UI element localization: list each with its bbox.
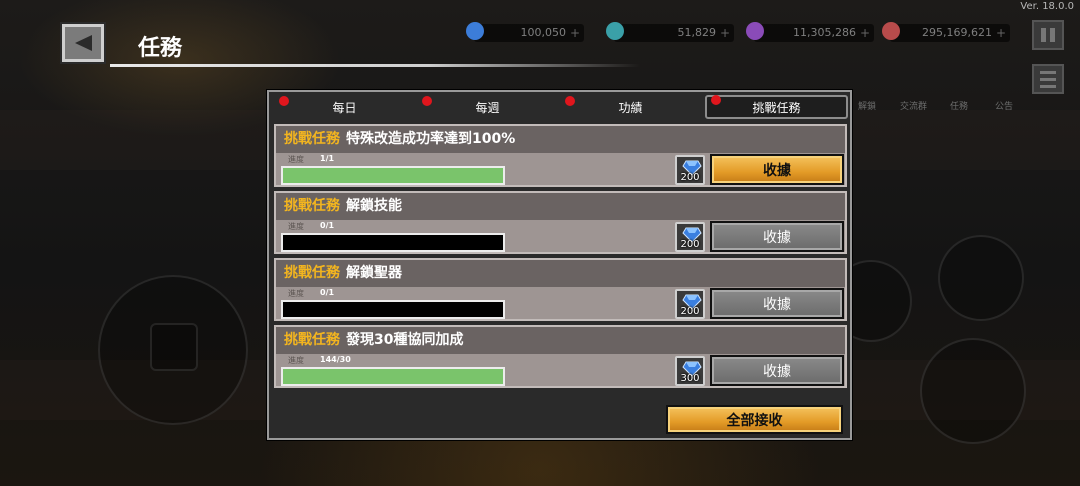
claim-button[interactable]: 收據 <box>710 154 844 185</box>
mission-tag: 挑戰任務 <box>284 198 340 214</box>
progress-bar <box>281 367 505 386</box>
bg-menu-label: 任務 <box>950 102 969 112</box>
progress-label: 進度 <box>288 289 304 298</box>
bg-menu-label: 交流群 <box>900 102 928 112</box>
mission-name: 發現30種協同加成 <box>346 332 464 348</box>
coin-icon <box>606 22 624 40</box>
tab-label: 功績 <box>618 100 643 115</box>
page-title: 任務 <box>138 36 183 61</box>
progress-fill <box>283 369 503 384</box>
mission-name: 解鎖技能 <box>346 198 402 214</box>
progress-count: 1/1 <box>320 154 335 163</box>
reward-amount: 200 <box>680 306 700 317</box>
mission-dialog: 每日 每週 功績 挑戰任務 挑戰任務 特殊改造成功率達到100% 進度 1/1 2… <box>267 90 852 440</box>
joystick-knob <box>150 323 198 371</box>
mission-title: 挑戰任務 解鎖技能 <box>276 193 845 220</box>
progress-label: 進度 <box>288 155 304 164</box>
progress-label: 進度 <box>288 222 304 231</box>
claim-button[interactable]: 收據 <box>710 221 844 252</box>
tab-achievements[interactable]: 功績 <box>559 95 702 119</box>
orb-icon <box>882 22 900 40</box>
progress-count: 0/1 <box>320 288 335 297</box>
plus-icon[interactable]: + <box>720 24 730 42</box>
claim-button[interactable]: 收據 <box>710 355 844 386</box>
mission-title: 挑戰任務 解鎖聖器 <box>276 260 845 287</box>
notification-dot <box>279 96 289 106</box>
mission-row: 挑戰任務 解鎖技能 進度 0/1 200 收據 <box>274 191 847 254</box>
mission-title: 挑戰任務 發現30種協同加成 <box>276 327 845 354</box>
currency-value: 295,169,621 <box>922 26 992 39</box>
progress-count: 144/30 <box>320 355 351 364</box>
bg-menu-label: 公告 <box>995 102 1014 112</box>
title-underline <box>110 64 640 67</box>
reward-slot[interactable]: 200 <box>675 289 705 319</box>
mission-row: 挑戰任務 解鎖聖器 進度 0/1 200 收據 <box>274 258 847 321</box>
tab-daily[interactable]: 每日 <box>273 95 416 119</box>
mission-name: 特殊改造成功率達到100% <box>346 131 516 147</box>
back-button[interactable] <box>62 24 104 62</box>
progress-count: 0/1 <box>320 221 335 230</box>
version-label: Ver. 18.0.0 <box>1020 1 1074 12</box>
mission-row: 挑戰任務 特殊改造成功率達到100% 進度 1/1 200 收據 <box>274 124 847 187</box>
skill-button-bg <box>938 235 1024 321</box>
tab-weekly[interactable]: 每週 <box>416 95 559 119</box>
mission-title: 挑戰任務 特殊改造成功率達到100% <box>276 126 845 153</box>
reward-slot[interactable]: 300 <box>675 356 705 386</box>
plus-icon[interactable]: + <box>570 24 580 42</box>
currency-value: 11,305,286 <box>793 26 856 39</box>
currency-value: 51,829 <box>677 26 717 39</box>
reward-amount: 300 <box>680 373 700 384</box>
reward-slot[interactable]: 200 <box>675 155 705 185</box>
progress-bar <box>281 300 505 319</box>
currency-gem: 100,050 + <box>466 22 584 42</box>
claim-all-button[interactable]: 全部接收 <box>666 405 843 434</box>
gem-icon <box>466 22 484 40</box>
tab-bar: 每日 每週 功績 挑戰任務 <box>273 95 848 119</box>
mission-tag: 挑戰任務 <box>284 332 340 348</box>
currency-coin: 51,829 + <box>606 22 734 42</box>
mission-tag: 挑戰任務 <box>284 265 340 281</box>
chat-button-bg <box>920 338 1026 444</box>
notification-dot <box>711 95 721 105</box>
pause-button[interactable] <box>1032 20 1064 50</box>
plus-icon[interactable]: + <box>860 24 870 42</box>
progress-fill <box>283 168 503 183</box>
plus-icon[interactable]: + <box>996 24 1006 42</box>
tab-label: 挑戰任務 <box>752 100 801 115</box>
currency-crystal: 11,305,286 + <box>746 22 874 42</box>
currency-value: 100,050 <box>520 26 567 39</box>
reward-slot[interactable]: 200 <box>675 222 705 252</box>
menu-button[interactable] <box>1032 64 1064 94</box>
progress-label: 進度 <box>288 356 304 365</box>
claim-button[interactable]: 收據 <box>710 288 844 319</box>
tab-challenge[interactable]: 挑戰任務 <box>705 95 848 119</box>
back-arrow-icon <box>75 35 92 51</box>
crystal-icon <box>746 22 764 40</box>
reward-amount: 200 <box>680 239 700 250</box>
progress-bar <box>281 166 505 185</box>
currency-orb: 295,169,621 + <box>882 22 1010 42</box>
mission-row: 挑戰任務 發現30種協同加成 進度 144/30 300 收據 <box>274 325 847 388</box>
notification-dot <box>565 96 575 106</box>
progress-bar <box>281 233 505 252</box>
mission-tag: 挑戰任務 <box>284 131 340 147</box>
reward-amount: 200 <box>680 172 700 183</box>
notification-dot <box>422 96 432 106</box>
bg-menu-label: 解鎖 <box>858 102 877 112</box>
tab-label: 每週 <box>475 100 500 115</box>
tab-label: 每日 <box>332 100 357 115</box>
mission-name: 解鎖聖器 <box>346 265 402 281</box>
